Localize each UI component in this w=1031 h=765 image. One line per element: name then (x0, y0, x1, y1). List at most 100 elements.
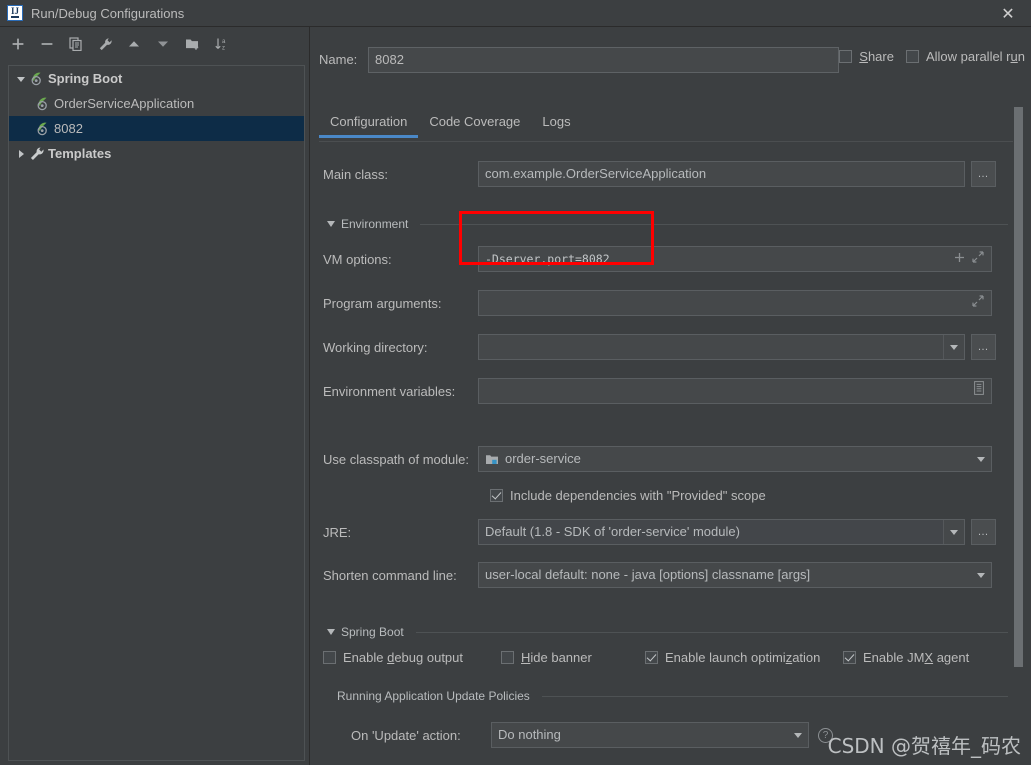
tree-item-orderserviceapplication[interactable]: OrderServiceApplication (9, 91, 304, 116)
tree-item-spring-boot[interactable]: Spring Boot (9, 66, 304, 91)
configurations-tree[interactable]: Spring Boot OrderServiceApplication 8082… (8, 65, 305, 761)
on-update-action-value: Do nothing (498, 727, 561, 742)
expand-triangle-right-icon[interactable] (13, 146, 29, 162)
list-icon[interactable] (974, 379, 984, 403)
expand-icon[interactable] (972, 291, 984, 315)
environment-section-label: Environment (341, 217, 409, 231)
copy-icon[interactable] (67, 35, 85, 53)
tree-item-label: OrderServiceApplication (54, 96, 195, 111)
vm-options-input[interactable]: -Dserver.port=8082 (478, 246, 992, 272)
configurations-sidebar: a z Spring Boot OrderServiceApplication … (0, 27, 310, 765)
remove-configuration-button[interactable] (38, 35, 56, 53)
sort-az-icon[interactable]: a z (212, 35, 230, 53)
expand-icon[interactable] (972, 247, 984, 271)
svg-text:z: z (222, 46, 225, 52)
name-input[interactable]: 8082 (368, 46, 839, 73)
update-policies-section-label: Running Application Update Policies (337, 689, 530, 703)
share-label: Share (859, 49, 894, 64)
checkbox-box[interactable] (645, 651, 658, 664)
wrench-icon (29, 146, 45, 162)
enable-jmx-agent-checkbox[interactable]: Enable JMX agent (843, 650, 969, 665)
folder-add-icon[interactable] (183, 35, 201, 53)
on-update-action-dropdown-arrow[interactable] (787, 723, 808, 747)
checkbox-box[interactable] (839, 50, 853, 63)
vm-options-value: -Dserver.port=8082 (485, 252, 610, 266)
spring-boot-icon (35, 121, 51, 137)
on-update-action-select[interactable]: Do nothing (491, 722, 809, 748)
checkbox-box[interactable] (323, 651, 336, 664)
tab-configuration[interactable]: Configuration (319, 110, 419, 138)
csdn-watermark: CSDN @贺禧年_码农 (827, 734, 1021, 758)
section-divider (420, 223, 1008, 225)
include-provided-checkbox[interactable]: Include dependencies with "Provided" sco… (490, 488, 766, 503)
enable-jmx-agent-label: Enable JMX agent (863, 650, 970, 665)
jre-value: Default (1.8 - SDK of 'order-service' mo… (485, 524, 740, 539)
spring-boot-options-row: Enable debug output Hide banner Enable l… (323, 650, 1008, 665)
classpath-module-dropdown-arrow[interactable] (970, 447, 991, 471)
tab-code-coverage[interactable]: Code Coverage (418, 110, 531, 137)
main-class-input[interactable]: com.example.OrderServiceApplication (478, 161, 965, 187)
spring-boot-section-header[interactable]: Spring Boot (327, 625, 1008, 639)
hide-banner-label: Hide banner (521, 650, 592, 665)
main-class-row: Main class: com.example.OrderServiceAppl… (323, 161, 1008, 187)
classpath-module-value: order-service (505, 451, 581, 466)
arrow-up-icon[interactable] (125, 35, 143, 53)
title-bar: Run/Debug Configurations ✕ (0, 0, 1031, 27)
working-directory-label: Working directory: (323, 339, 428, 355)
checkbox-box[interactable] (490, 489, 503, 502)
checkbox-box[interactable] (905, 50, 919, 63)
working-directory-dropdown-arrow[interactable] (943, 335, 964, 359)
close-icon[interactable]: ✕ (985, 0, 1031, 27)
tree-item-8082[interactable]: 8082 (9, 116, 304, 141)
form-scrollbar[interactable] (1014, 107, 1023, 765)
tree-item-label: Templates (48, 146, 112, 161)
allow-parallel-run-checkbox[interactable]: Allow parallel run (905, 49, 1025, 64)
enable-debug-output-checkbox[interactable]: Enable debug output (323, 650, 501, 665)
program-arguments-input[interactable] (478, 290, 992, 316)
enable-launch-optimization-label: Enable launch optimization (665, 650, 821, 665)
allow-parallel-run-label: Allow parallel run (925, 49, 1025, 64)
main-class-browse-button[interactable]: … (971, 161, 996, 187)
tab-logs[interactable]: Logs (531, 110, 581, 137)
environment-variables-label: Environment variables: (323, 383, 456, 399)
classpath-module-row: Use classpath of module: order-service (323, 446, 1008, 472)
main-class-label: Main class: (323, 166, 389, 182)
jre-browse-button[interactable]: … (971, 519, 996, 545)
svg-text:a: a (222, 39, 226, 45)
jre-select[interactable]: Default (1.8 - SDK of 'order-service' mo… (478, 519, 965, 545)
working-directory-input[interactable] (478, 334, 965, 360)
plus-icon[interactable] (954, 247, 965, 271)
shorten-command-line-row: Shorten command line: user-local default… (323, 562, 1008, 588)
window-title: Run/Debug Configurations (31, 5, 185, 21)
expand-triangle-down-icon[interactable] (13, 71, 29, 87)
shorten-command-line-dropdown-arrow[interactable] (970, 563, 991, 587)
shorten-command-line-select[interactable]: user-local default: none - java [options… (478, 562, 992, 588)
program-arguments-label: Program arguments: (323, 295, 442, 311)
tree-item-templates[interactable]: Templates (9, 141, 304, 166)
share-checkbox[interactable]: Share (839, 49, 894, 64)
configuration-form: Main class: com.example.OrderServiceAppl… (311, 147, 1008, 765)
wrench-icon[interactable] (96, 35, 114, 53)
environment-variables-input[interactable] (478, 378, 992, 404)
add-configuration-button[interactable] (9, 35, 27, 53)
jre-label: JRE: (323, 524, 352, 540)
checkbox-box[interactable] (843, 651, 856, 664)
scrollbar-thumb[interactable] (1014, 107, 1023, 667)
classpath-module-select[interactable]: order-service (478, 446, 992, 472)
collapse-triangle-icon[interactable] (327, 629, 335, 635)
tree-item-label: 8082 (54, 121, 83, 136)
working-directory-browse-button[interactable]: … (971, 334, 996, 360)
jre-dropdown-arrow[interactable] (943, 520, 964, 544)
update-policies-section-header: Running Application Update Policies (337, 689, 1008, 703)
hide-banner-checkbox[interactable]: Hide banner (501, 650, 645, 665)
collapse-triangle-icon[interactable] (327, 221, 335, 227)
spring-boot-icon (29, 71, 45, 87)
enable-launch-optimization-checkbox[interactable]: Enable launch optimization (645, 650, 843, 665)
classpath-module-label: Use classpath of module: (323, 451, 469, 467)
shorten-command-line-value: user-local default: none - java [options… (485, 567, 811, 582)
checkbox-box[interactable] (501, 651, 514, 664)
include-provided-row: Include dependencies with "Provided" sco… (323, 488, 1008, 503)
arrow-down-icon[interactable] (154, 35, 172, 53)
shorten-command-line-label: Shorten command line: (323, 567, 457, 583)
environment-section-header[interactable]: Environment (327, 217, 1008, 231)
